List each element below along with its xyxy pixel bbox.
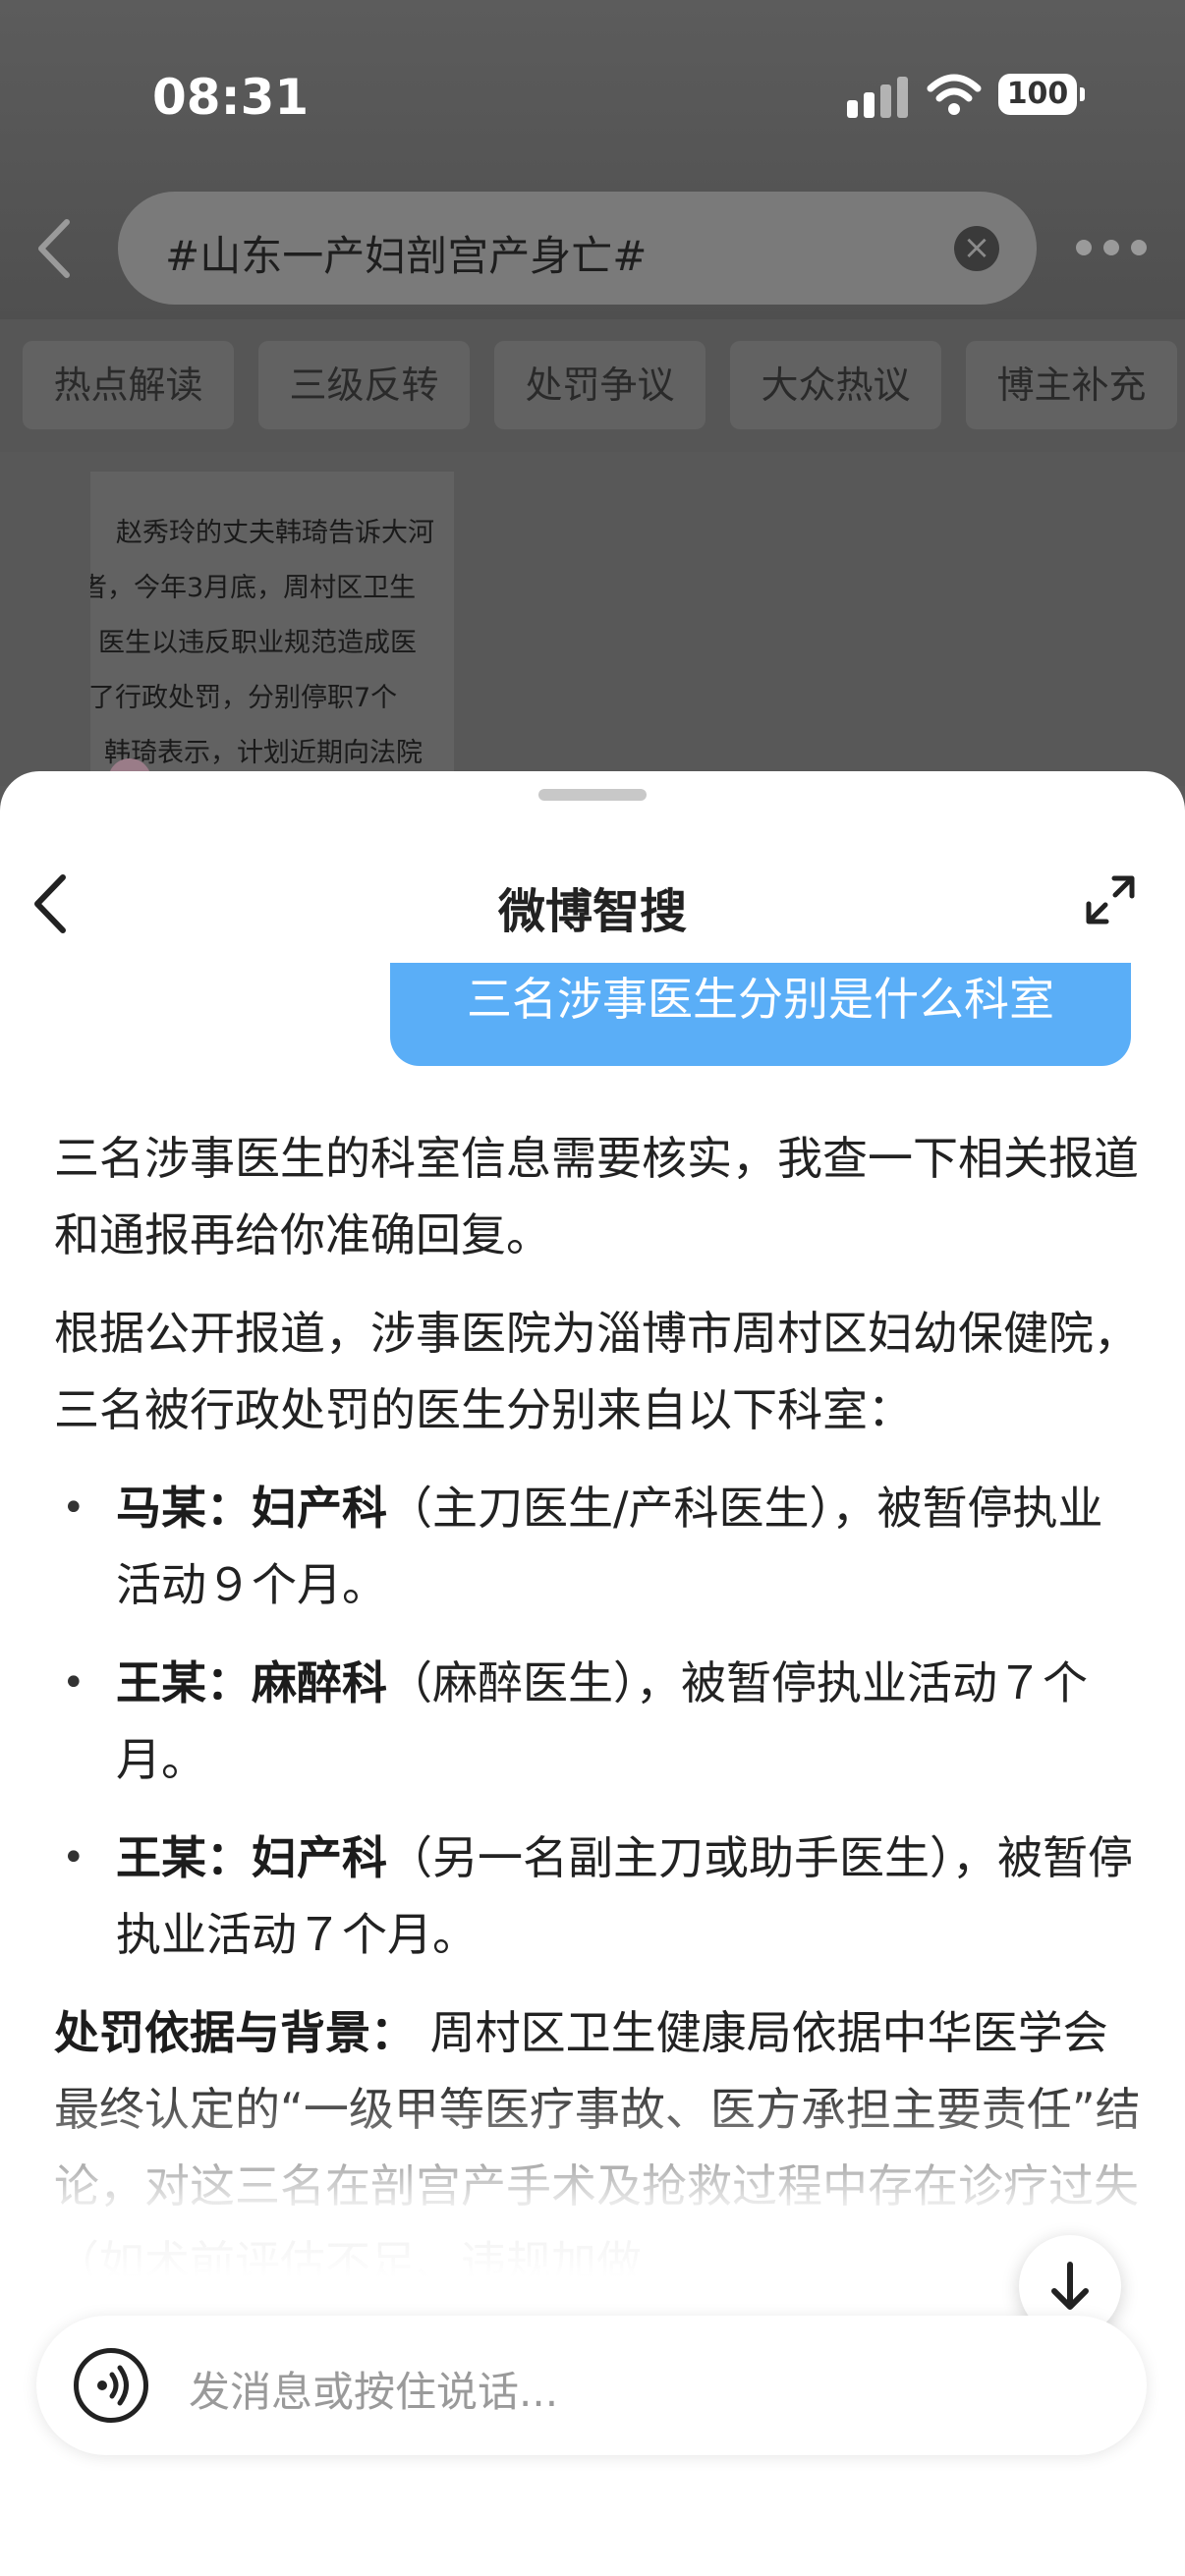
doctor-department: 妇产科 [252, 1831, 387, 1884]
list-item: 王某：妇产科（另一名副主刀或助手医生），被暂停执业活动７个月。 [54, 1820, 1145, 1973]
status-time: 08:31 [152, 69, 310, 126]
message-input[interactable]: 发消息或按住说话... [189, 2359, 558, 2419]
news-line: 者，今年3月底，周村区卫生 [90, 573, 417, 603]
news-line: 医生以违反职业规范造成医 [98, 628, 417, 658]
news-image-card[interactable]: 赵秀玲的丈夫韩琦告诉大河 者，今年3月底，周村区卫生 医生以违反职业规范造成医 … [90, 472, 454, 786]
search-bar[interactable]: #山东一产妇剖宫产身亡# × [118, 192, 1037, 305]
section-heading: 处罚依据与背景： [54, 2006, 416, 2059]
drag-handle[interactable] [538, 789, 647, 801]
answer-paragraph: 根据公开报道，涉事医院为淄博市周村区妇幼保健院，三名被行政处罚的医生分别来自以下… [54, 1307, 1139, 1436]
back-arrow-icon[interactable] [29, 214, 79, 283]
signal-icon [847, 77, 910, 118]
battery-icon: 100 [998, 74, 1085, 115]
ai-search-sheet: 微博智搜 三名涉事医生分别是什么科室 三名涉事医生的科室信息需要核实，我查一下相… [0, 771, 1185, 2576]
user-message-bubble: 三名涉事医生分别是什么科室 [390, 963, 1131, 1066]
status-bar: 08:31 100 [0, 0, 1185, 187]
answer-paragraph: 处罚依据与背景： 周村区卫生健康局依据中华医学会最终认定的“一级甲等医疗事故、医… [54, 1994, 1145, 2301]
doctor-department: 妇产科 [252, 1482, 387, 1535]
expand-icon[interactable] [1083, 872, 1138, 927]
news-line: 赵秀玲的丈夫韩琦告诉大河 [116, 518, 434, 548]
news-line: 了行政处罚，分别停职7个 [90, 683, 398, 713]
voice-icon [97, 2365, 129, 2406]
message-input-bar[interactable]: 发消息或按住说话... [36, 2316, 1147, 2455]
more-icon[interactable] [1076, 236, 1147, 259]
doctor-name: 王某： [116, 1831, 252, 1884]
list-item: 王某：麻醉科（麻醉医生），被暂停执业活动７个月。 [54, 1645, 1145, 1798]
tab-public-discussion[interactable]: 大众热议 [730, 341, 941, 429]
topic-tabs: 热点解读 三级反转 处罚争议 大众热议 博主补充 [0, 319, 1185, 452]
tab-hot-interpretation[interactable]: 热点解读 [23, 341, 234, 429]
doctor-department: 麻醉科 [252, 1656, 387, 1709]
tab-punishment-dispute[interactable]: 处罚争议 [494, 341, 705, 429]
doctor-list: 马某：妇产科（主刀医生/产科医生），被暂停执业活动９个月。 王某：麻醉科（麻醉医… [54, 1470, 1145, 1973]
ai-answer: 三名涉事医生的科室信息需要核实，我查一下相关报道和通报再给你准确回复。 根据公开… [54, 1120, 1145, 2323]
doctor-name: 王某： [116, 1656, 252, 1709]
sheet-title: 微博智搜 [497, 884, 687, 939]
search-query[interactable]: #山东一产妇剖宫产身亡# [165, 223, 647, 283]
list-item: 马某：妇产科（主刀医生/产科医生），被暂停执业活动９个月。 [54, 1470, 1145, 1623]
tab-blogger-supplement[interactable]: 博主补充 [966, 341, 1177, 429]
doctor-name: 马某： [116, 1482, 252, 1535]
news-line: 韩琦表示，计划近期向法院 [104, 738, 423, 768]
voice-button[interactable] [74, 2348, 148, 2423]
wifi-icon [927, 74, 982, 115]
tab-reversal[interactable]: 三级反转 [258, 341, 470, 429]
background-content: 赵秀玲的丈夫韩琦告诉大河 者，今年3月底，周村区卫生 医生以违反职业规范造成医 … [0, 452, 1185, 786]
clear-icon[interactable]: × [954, 226, 999, 271]
answer-paragraph: 三名涉事医生的科室信息需要核实，我查一下相关报道和通报再给你准确回复。 [54, 1132, 1139, 1261]
